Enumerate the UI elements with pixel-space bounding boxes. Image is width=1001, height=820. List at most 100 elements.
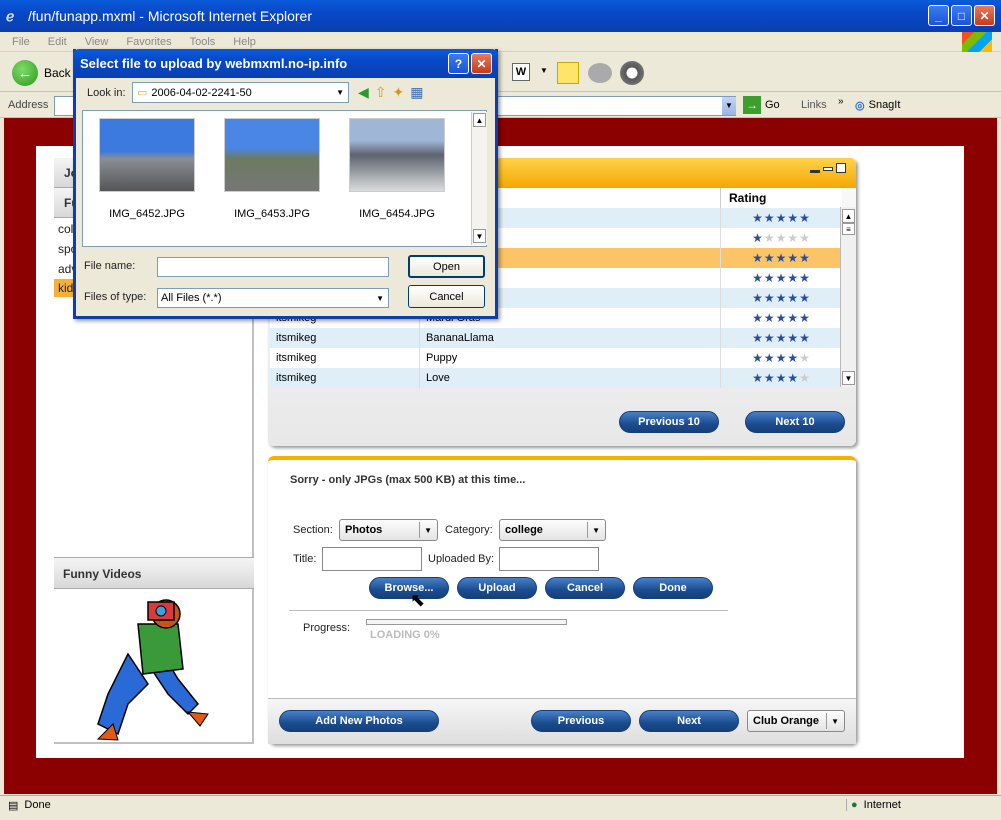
previous-button[interactable]: Previous [531,710,631,732]
scroll-up-icon[interactable]: ▲ [473,113,486,127]
open-button[interactable]: Open [408,255,485,278]
star-icon[interactable]: ★ [787,271,799,285]
star-icon[interactable]: ★ [799,251,811,265]
dropdown-icon[interactable]: ▼ [540,66,548,75]
uploaded-by-input[interactable] [499,547,599,571]
previous-10-button[interactable]: Previous 10 [619,411,719,433]
upload-button[interactable]: Upload [457,577,537,599]
star-icon[interactable]: ★ [752,291,764,305]
go-button[interactable]: → Go [743,96,780,114]
star-icon[interactable]: ★ [776,311,788,325]
done-button[interactable]: Done [633,577,713,599]
close-button[interactable]: ✕ [974,5,995,26]
minimize-icon[interactable] [810,170,820,173]
star-icon[interactable]: ★ [799,311,811,325]
star-icon[interactable]: ★ [752,251,764,265]
category-select[interactable]: college ▼ [499,519,606,541]
scroll-down-icon[interactable]: ▼ [473,229,486,243]
star-icon[interactable]: ★ [752,331,764,345]
star-icon[interactable]: ★ [776,231,788,245]
theme-select[interactable]: Club Orange ▼ [747,710,845,732]
star-icon[interactable]: ★ [799,211,811,225]
browse-button[interactable]: Browse... [369,577,449,599]
star-icon[interactable]: ★ [799,331,811,345]
rating-stars[interactable]: ★★★★★ [721,371,842,385]
gear-icon[interactable] [620,61,644,85]
rating-stars[interactable]: ★★★★★ [721,291,842,305]
star-icon[interactable]: ★ [764,291,776,305]
star-icon[interactable]: ★ [787,371,799,385]
star-icon[interactable]: ★ [787,231,799,245]
menu-help[interactable]: Help [233,36,256,48]
rating-column-header[interactable]: Rating [720,188,842,208]
rating-stars[interactable]: ★★★★★ [721,251,842,265]
rating-stars[interactable]: ★★★★★ [721,351,842,365]
title-input[interactable] [322,547,422,571]
star-icon[interactable]: ★ [752,271,764,285]
menu-favorites[interactable]: Favorites [126,36,171,48]
back-button[interactable]: ← Back [12,60,71,86]
star-icon[interactable]: ★ [764,311,776,325]
maximize-button[interactable]: □ [951,5,972,26]
star-icon[interactable]: ★ [776,251,788,265]
file-list-scrollbar[interactable]: ▲ ▼ [471,112,487,245]
left-item[interactable]: col [58,222,73,236]
star-icon[interactable]: ★ [752,231,764,245]
star-icon[interactable]: ★ [787,331,799,345]
star-icon[interactable]: ★ [764,271,776,285]
menu-view[interactable]: View [85,36,109,48]
messenger-icon[interactable] [588,63,612,83]
file-name-input[interactable] [157,257,389,277]
star-icon[interactable]: ★ [776,331,788,345]
file-thumbnail[interactable] [349,118,445,192]
address-dropdown-icon[interactable]: ▼ [722,97,736,115]
star-icon[interactable]: ★ [764,331,776,345]
star-icon[interactable]: ★ [799,291,811,305]
add-new-photos-button[interactable]: Add New Photos [279,710,439,732]
star-icon[interactable]: ★ [776,291,788,305]
word-icon[interactable]: W [512,63,530,81]
maximize-icon[interactable] [836,163,846,173]
new-folder-icon[interactable]: ✦ [393,84,405,101]
file-type-select[interactable]: All Files (*.*) ▼ [157,288,389,308]
rating-stars[interactable]: ★★★★★ [721,231,842,245]
back-icon[interactable]: ◀ [358,84,369,101]
star-icon[interactable]: ★ [764,371,776,385]
scroll-up-icon[interactable]: ▲ [842,209,855,223]
menu-file[interactable]: File [12,36,30,48]
star-icon[interactable]: ★ [776,271,788,285]
snagit-button[interactable]: ◎ SnagIt [855,99,900,112]
star-icon[interactable]: ★ [776,211,788,225]
chevron-icon[interactable]: » [838,96,844,107]
star-icon[interactable]: ★ [752,371,764,385]
grid-scrollbar[interactable]: ▲ ≡ ▼ [840,207,856,387]
star-icon[interactable]: ★ [799,351,811,365]
file-thumbnail[interactable] [224,118,320,192]
view-menu-icon[interactable]: ▦ [410,84,423,101]
rating-stars[interactable]: ★★★★★ [721,331,842,345]
rating-stars[interactable]: ★★★★★ [721,211,842,225]
note-icon[interactable] [557,62,579,84]
minimize-button[interactable]: _ [928,5,949,26]
star-icon[interactable]: ★ [752,211,764,225]
help-button[interactable]: ? [448,53,469,74]
star-icon[interactable]: ★ [764,251,776,265]
star-icon[interactable]: ★ [799,271,811,285]
cancel-button[interactable]: Cancel [545,577,625,599]
scroll-down-icon[interactable]: ▼ [842,371,855,385]
star-icon[interactable]: ★ [764,211,776,225]
dialog-cancel-button[interactable]: Cancel [408,285,485,308]
look-in-select[interactable]: ▭ 2006-04-02-2241-50 ▼ [132,82,349,103]
next-button[interactable]: Next [639,710,739,732]
dialog-close-button[interactable]: ✕ [471,53,492,74]
menu-tools[interactable]: Tools [190,36,216,48]
rating-stars[interactable]: ★★★★★ [721,311,842,325]
star-icon[interactable]: ★ [764,351,776,365]
table-row[interactable]: itsmikeg Love ★★★★★ [270,368,842,388]
star-icon[interactable]: ★ [799,371,811,385]
menu-edit[interactable]: Edit [48,36,67,48]
star-icon[interactable]: ★ [752,311,764,325]
rating-stars[interactable]: ★★★★★ [721,271,842,285]
file-name-caption[interactable]: IMG_6452.JPG [92,208,202,220]
scroll-thumb[interactable]: ≡ [842,223,855,235]
